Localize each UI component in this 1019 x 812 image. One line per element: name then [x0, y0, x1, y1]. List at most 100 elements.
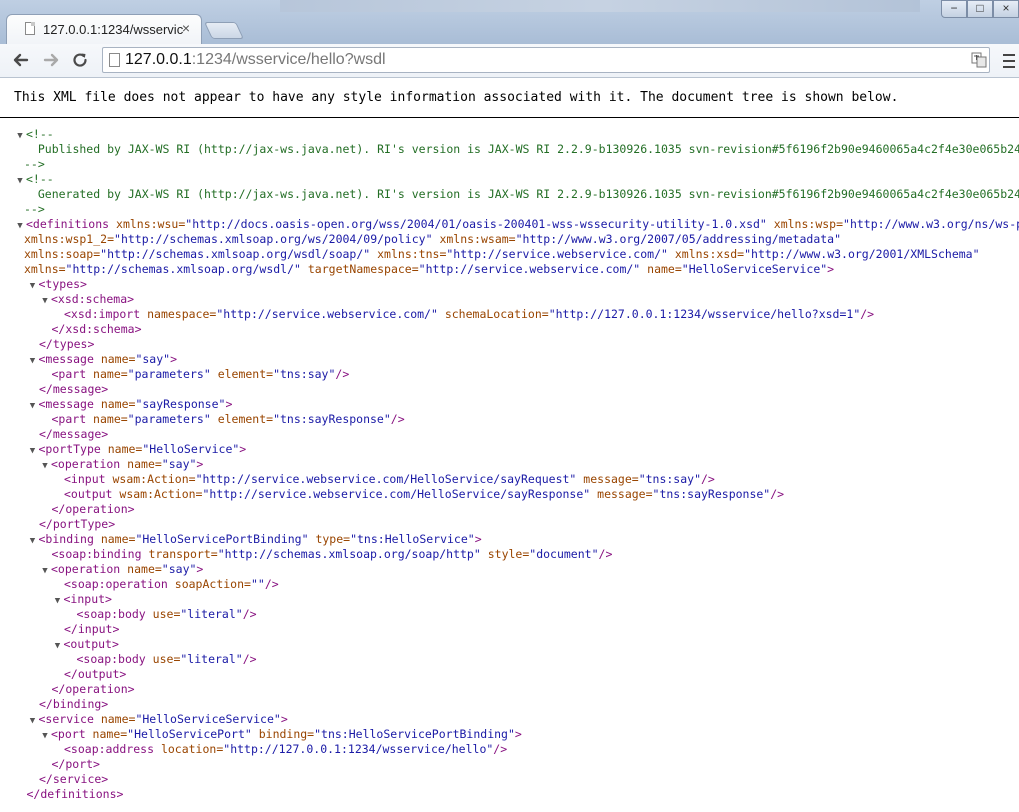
xml-tag: >	[225, 397, 233, 411]
xml-style-notice: This XML file does not appear to have an…	[0, 78, 1019, 118]
xml-tag: </operation>	[51, 502, 135, 516]
page-favicon-icon	[25, 22, 35, 35]
translate-icon[interactable]	[971, 52, 987, 68]
xml-tag: <operation	[51, 562, 121, 576]
xml-attr: namespace=	[140, 307, 217, 321]
xml-tag: <operation	[51, 457, 121, 471]
xml-attr: wsam:Action=	[105, 472, 196, 486]
xml-tag: </definitions>	[26, 787, 124, 801]
xml-tag: <output>	[63, 637, 119, 651]
xml-tag: <message	[38, 352, 94, 366]
xml-tag: >	[170, 352, 177, 366]
xml-tag: <input	[64, 472, 106, 486]
xml-line: <soap:address location="http://127.0.0.1…	[0, 742, 1019, 757]
xml-attr: xmlns:soap=	[24, 247, 101, 261]
xml-val: "http://service.webservice.com/HelloServ…	[195, 472, 577, 486]
xml-line: ▼ <types>	[0, 277, 1019, 292]
xml-tag: <service	[38, 712, 94, 726]
xml-attr: message=	[576, 472, 639, 486]
xml-line: <soap:body use="literal"/>	[0, 607, 1019, 622]
xml-line: </xsd:schema>	[0, 322, 1019, 337]
xml-val: "http://127.0.0.1:1234/wsservice/hello?x…	[548, 307, 861, 321]
xml-val: "http://schemas.xmlsoap.org/wsdl/soap/"	[100, 247, 371, 261]
xml-attr: wsam:Action=	[112, 487, 203, 501]
browser-tab[interactable]: 127.0.0.1:1234/wsservic ×	[6, 14, 202, 44]
xml-val: "HelloServicePortBinding"	[135, 532, 309, 546]
reload-button[interactable]	[69, 49, 91, 71]
url-text[interactable]: 127.0.0.1:1234/wsservice/hello?wsdl	[125, 51, 386, 69]
xml-tag: />	[242, 652, 257, 666]
xml-attr: soapAction=	[167, 577, 251, 591]
xml-comment: Generated by JAX-WS RI (http://jax-ws.ja…	[24, 187, 1019, 201]
xml-tag: </types>	[39, 337, 95, 351]
xml-val: "http://www.w3.org/ns/ws-policy"	[843, 217, 1019, 231]
xml-line: xmlns:soap="http://schemas.xmlsoap.org/w…	[0, 247, 1019, 262]
xml-tag: </binding>	[39, 697, 109, 711]
xml-line: <xsd:import namespace="http://service.we…	[0, 307, 1019, 322]
xml-attr: name=	[86, 367, 128, 381]
minimize-button[interactable]: −	[941, 0, 967, 18]
page-icon	[109, 53, 120, 67]
xml-tag: <message	[38, 397, 94, 411]
xml-tag: />	[598, 547, 613, 561]
xml-val: "say"	[161, 562, 197, 576]
xml-comment: <!--	[26, 127, 54, 141]
xml-tag: </output>	[64, 667, 127, 681]
wrench-menu-icon[interactable]	[1003, 52, 1017, 70]
xml-tag: </message>	[39, 382, 109, 396]
xml-tag: <soap:binding	[51, 547, 142, 561]
xml-attr: use=	[145, 607, 181, 621]
xml-attr: xmlns:wsp=	[766, 217, 844, 231]
xml-tag: </port>	[51, 757, 100, 771]
xml-line: ▼ <!--	[0, 172, 1019, 187]
xml-line: ▼ <binding name="HelloServicePortBinding"…	[0, 532, 1019, 547]
xml-tag: <output	[64, 487, 113, 501]
xml-line: </output>	[0, 667, 1019, 682]
xml-tag: <soap:address	[64, 742, 155, 756]
back-button[interactable]	[10, 49, 32, 71]
xml-val: "literal"	[180, 652, 243, 666]
xml-val: "literal"	[180, 607, 243, 621]
xml-tag: />	[860, 307, 875, 321]
reload-icon	[73, 53, 87, 67]
xml-tag: />	[390, 412, 405, 426]
xml-line: Published by JAX-WS RI (http://jax-ws.ja…	[0, 142, 1019, 157]
xml-attr: name=	[93, 532, 136, 546]
xml-line: ▼ <message name="say">	[0, 352, 1019, 367]
maximize-button[interactable]: □	[967, 0, 993, 18]
xml-attr: xmlns:wsu=	[109, 217, 186, 231]
xml-attr: targetNamespace=	[300, 262, 419, 276]
forward-button[interactable]	[40, 49, 62, 71]
xml-val: "document"	[529, 547, 599, 561]
xml-tag: </xsd:schema>	[51, 322, 142, 336]
xml-line: <part name="parameters" element="tns:say…	[0, 367, 1019, 382]
xml-line: ▼ <xsd:schema>	[0, 292, 1019, 307]
forward-arrow-icon	[43, 53, 59, 67]
address-bar[interactable]: 127.0.0.1:1234/wsservice/hello?wsdl	[102, 47, 990, 73]
xml-line: <soap:binding transport="http://schemas.…	[0, 547, 1019, 562]
xml-val: "tns:sayResponse"	[652, 487, 771, 501]
xml-tag: >	[827, 262, 835, 276]
xml-val: "http://127.0.0.1:1234/wsservice/hello"	[223, 742, 494, 756]
xml-line: </service>	[0, 772, 1019, 787]
xml-tag: <part	[51, 412, 87, 426]
xml-val: "sayResponse"	[135, 397, 226, 411]
tab-close-icon[interactable]: ×	[179, 21, 193, 35]
xml-line: </input>	[0, 622, 1019, 637]
xml-line: ▼ <service name="HelloServiceService">	[0, 712, 1019, 727]
tab-title: 127.0.0.1:1234/wsservic	[43, 22, 183, 37]
xml-tag: >	[239, 442, 247, 456]
xml-tag: <part	[51, 367, 87, 381]
xml-line: xmlns="http://schemas.xmlsoap.org/wsdl/"…	[0, 262, 1019, 277]
xml-tag: </operation>	[51, 682, 135, 696]
xml-tag: <binding	[38, 532, 94, 546]
xml-line: ▼ <input>	[0, 592, 1019, 607]
xml-val: "http://docs.oasis-open.org/wss/2004/01/…	[185, 217, 767, 231]
xml-line: </operation>	[0, 502, 1019, 517]
new-tab-button[interactable]	[204, 22, 244, 39]
xml-comment: <!--	[26, 172, 54, 186]
xml-tag: </portType>	[39, 517, 116, 531]
xml-line: <part name="parameters" element="tns:say…	[0, 412, 1019, 427]
xml-attr: type=	[308, 532, 351, 546]
close-window-button[interactable]: ×	[993, 0, 1019, 18]
